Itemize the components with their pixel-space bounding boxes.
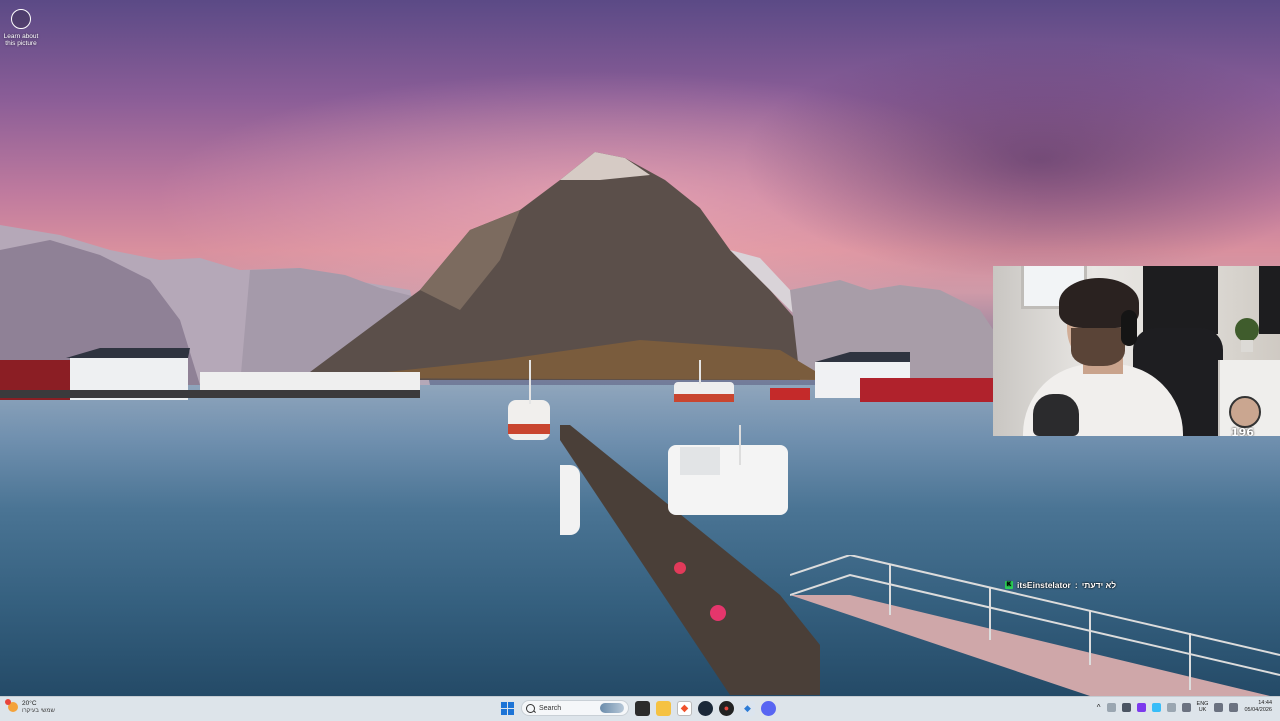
weather-desc: שמשי בעיקרו — [22, 708, 55, 714]
learn-about-label: Learn about this picture — [3, 33, 39, 47]
system-tray: ^ ENG UK 14:44 05/04/2026 — [1097, 700, 1272, 714]
search-placeholder: Search — [539, 704, 562, 712]
pier-and-boats — [560, 425, 820, 695]
search-highlight-icon — [600, 703, 624, 713]
chat-message: K itsEinstelator : לא ידעתי — [1005, 580, 1116, 590]
boat-moored-2 — [674, 360, 734, 402]
search-icon — [526, 703, 535, 713]
windows-icon — [501, 701, 514, 715]
volume-icon[interactable] — [1229, 702, 1239, 712]
chrome-icon[interactable]: ● — [719, 700, 734, 716]
acoustic-panel — [1143, 266, 1218, 334]
taskbar-center: Search ◆ ● ◆ — [500, 700, 776, 716]
chat-text: לא ידעתי — [1081, 580, 1117, 590]
chat-username: itsEinstelator — [1017, 580, 1071, 590]
plant-pot — [1241, 340, 1253, 352]
discord-icon[interactable] — [761, 700, 776, 716]
camera-icon — [11, 9, 31, 29]
tray-app-icon-4[interactable] — [1151, 702, 1161, 712]
clock[interactable]: 14:44 05/04/2026 — [1244, 700, 1272, 714]
clock-time: 14:44 — [1258, 700, 1272, 706]
headset — [1121, 310, 1137, 346]
overlay-avatar — [1229, 396, 1261, 428]
lang-region: UK — [1198, 707, 1207, 713]
start-button[interactable] — [500, 701, 515, 716]
microphone-icon[interactable] — [1181, 702, 1191, 712]
search-box[interactable]: Search — [521, 700, 629, 716]
vscode-icon[interactable]: ◆ — [740, 700, 755, 716]
plant — [1235, 318, 1259, 342]
brave-browser-icon[interactable]: ◆ — [677, 700, 692, 716]
microphone — [1033, 394, 1079, 436]
overlay-counter: 196 — [1231, 426, 1254, 436]
weather-widget[interactable]: 20°C שמשי בעיקרו — [5, 699, 55, 715]
tray-app-icon-5[interactable] — [1166, 702, 1176, 712]
boat-moored — [508, 360, 550, 440]
acoustic-panel-2 — [1259, 266, 1280, 334]
taskbar: 20°C שמשי בעיקרו Search ◆ ● ◆ ^ ENG UK 1… — [0, 696, 1280, 721]
tray-app-icon-3[interactable] — [1136, 702, 1146, 712]
kick-badge-icon: K — [1005, 581, 1013, 589]
weather-sun-icon — [5, 699, 18, 712]
streamer-beard — [1071, 328, 1125, 366]
chevron-up-icon[interactable]: ^ — [1097, 703, 1101, 712]
task-view-icon[interactable] — [635, 700, 650, 716]
network-icon[interactable] — [1214, 702, 1224, 712]
weather-temp: 20°C — [22, 700, 37, 707]
language-indicator[interactable]: ENG UK — [1197, 701, 1209, 714]
gangway-railing — [790, 555, 1280, 696]
webcam-overlay: 196 — [993, 266, 1280, 436]
chat-separator: : — [1074, 580, 1078, 590]
file-explorer-icon[interactable] — [656, 700, 671, 716]
learn-about-picture-shortcut[interactable]: Learn about this picture — [2, 6, 40, 47]
clock-date: 05/04/2026 — [1244, 707, 1272, 713]
tray-app-icon-2[interactable] — [1121, 702, 1131, 712]
tray-app-icon-1[interactable] — [1106, 702, 1116, 712]
steam-icon[interactable] — [698, 700, 713, 716]
